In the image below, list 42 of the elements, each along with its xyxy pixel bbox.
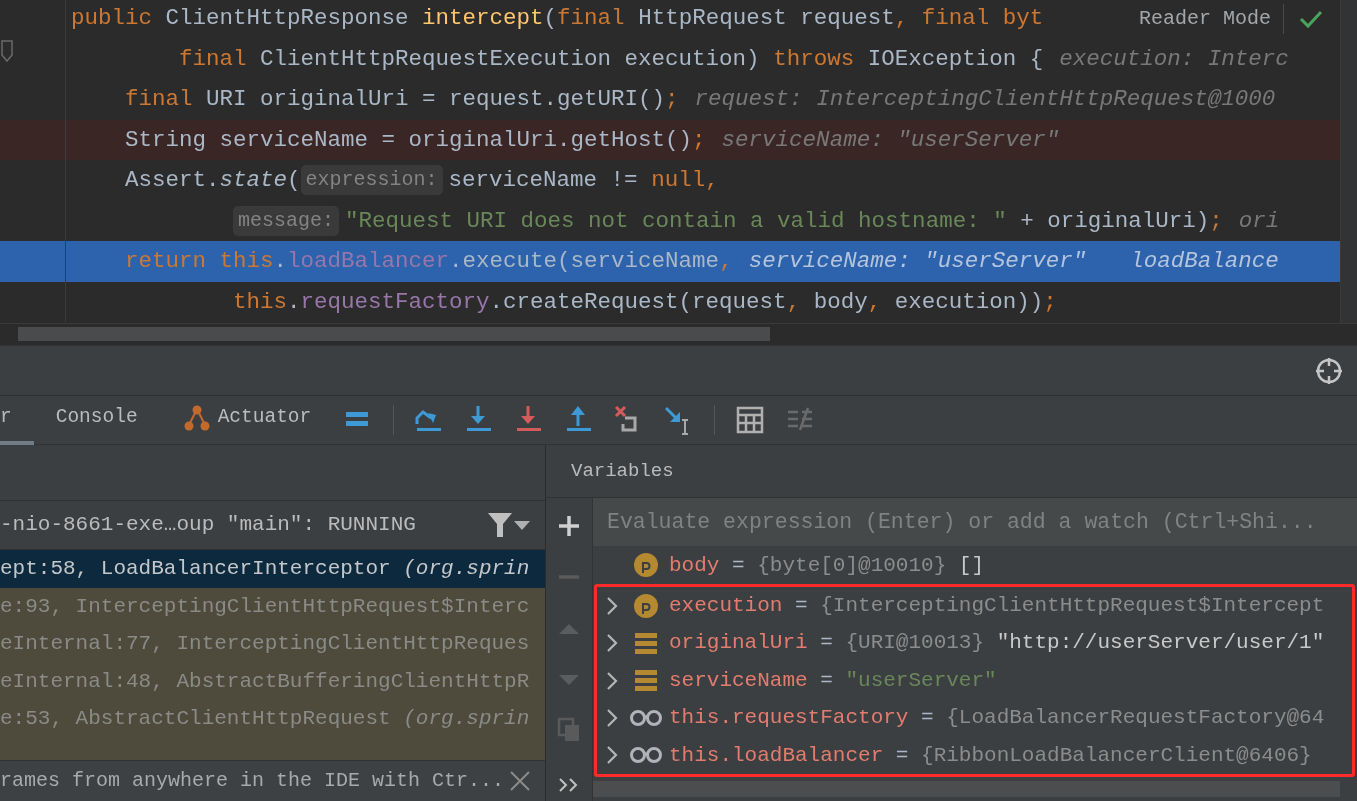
code-text: Assert.state( [125,166,301,195]
code-text: final URI originalUri = request.getURI(); [125,85,679,114]
inline-value-hint: execution: Interc [1059,44,1289,74]
code-text: public ClientHttpResponse intercept(final HttpRequest request, final byt [71,4,1044,33]
variable-entry[interactable]: originalUri = {URI@10013} "http://userServer/user/1" [669,627,1325,659]
code-text: return this.loadBalancer.execute(serviceName, [125,247,733,276]
dropdown-caret-icon[interactable] [513,519,531,531]
horizontal-scrollbar[interactable] [18,327,770,341]
fold-marker-icon[interactable] [0,38,14,63]
code-text: String serviceName = originalUri.getHost(); [125,125,706,155]
inline-value-hint: ori [1238,206,1280,236]
code-text: serviceName != null, [448,166,719,195]
panel-title: Variables [571,458,674,484]
variable-entry[interactable]: body = {byte[0]@10010} [] [669,549,985,581]
stack-frame[interactable]: ept:58, LoadBalancerInterceptor (org.sprin [0,550,545,588]
inline-value-hint: loadBalance [1130,247,1279,276]
vertical-scrollbar[interactable] [1340,0,1357,323]
horizontal-scrollbar[interactable] [593,781,1340,797]
inline-value-hint: request: InterceptingClientHttpRequest@1000 [694,85,1276,114]
check-icon[interactable] [1298,8,1324,30]
inline-value-hint: serviceName: "userServer" [721,125,1060,155]
crosshair-icon[interactable] [1315,356,1343,385]
parameter-hint: message: [233,205,340,236]
add-icon[interactable] [557,514,581,539]
tip-text: rames from anywhere in the IDE with Ctr... [0,768,506,794]
parameter-hint: expression: [300,165,443,196]
filter-icon[interactable] [487,511,513,539]
inline-value-hint: serviceName: "userServer" [748,247,1087,276]
variable-entry[interactable]: this.loadBalancer = {RibbonLoadBalancerClient@6406} [669,739,1312,772]
variable-entry[interactable]: execution = {InterceptingClientHttpRequest$Intercept [669,590,1325,622]
code-text: "Request URI does not contain a valid hostname: " + originalUri); [345,206,1223,236]
thread-selector[interactable]: -nio-8661-exe…oup "main": RUNNING [0,509,487,541]
debug-tab[interactable]: Actuator [159,395,334,445]
code-text: final ClientHttpRequestExecution execution) throws IOException { [179,44,1044,74]
reader-mode-button[interactable]: Reader Mode [1138,4,1284,34]
variable-entry[interactable]: serviceName = "userServer" [669,664,997,697]
close-icon[interactable] [509,770,531,792]
evaluate-expression-field[interactable]: Evaluate expression (Enter) or add a watch (Ctrl+Shi... [593,498,1357,547]
more-icon[interactable] [558,777,580,793]
debug-tab[interactable]: Console [33,395,160,445]
code-text: this.requestFactory.createRequest(request, body, execution)); [233,287,1057,317]
variable-entry[interactable]: this.requestFactory = {LoadBalancerRequestFactory@64 [669,702,1325,734]
